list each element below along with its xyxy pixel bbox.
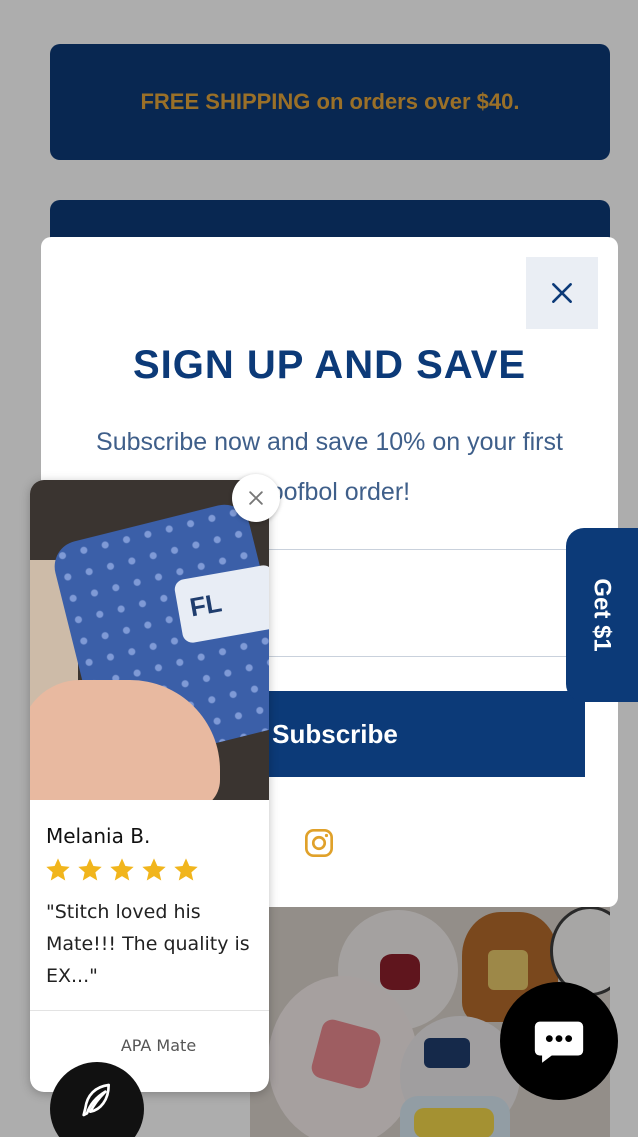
review-popup[interactable]: FL Melania B. "Stitch loved his Mate!!! … — [30, 480, 269, 1092]
star-icon — [78, 858, 102, 881]
review-product-name[interactable]: APA Mate — [30, 1036, 269, 1055]
close-icon — [249, 491, 263, 505]
star-rating — [44, 856, 200, 884]
page: FREE SHIPPING on orders over $40. SIGN U… — [0, 0, 638, 1137]
star-icon — [142, 858, 166, 881]
star-icon — [174, 858, 198, 881]
reviewer-name: Melania B. — [46, 824, 151, 848]
chat-bubble-icon — [534, 1021, 584, 1063]
get-reward-tab[interactable]: Get $1 — [566, 528, 638, 702]
popup-title: SIGN UP AND SAVE — [132, 343, 527, 387]
chat-button[interactable] — [500, 982, 618, 1100]
star-icon — [110, 858, 134, 881]
close-icon — [552, 283, 572, 303]
review-divider — [30, 1010, 269, 1011]
review-text: "Stitch loved his Mate!!! The quality is… — [46, 901, 250, 987]
star-icon — [46, 858, 70, 881]
get-reward-label: Get $1 — [589, 578, 616, 652]
review-close-button[interactable] — [232, 474, 280, 522]
feather-icon — [82, 1083, 110, 1117]
review-photo: FL — [30, 480, 269, 800]
popup-close-button[interactable] — [526, 257, 598, 329]
instagram-icon[interactable] — [303, 827, 335, 859]
